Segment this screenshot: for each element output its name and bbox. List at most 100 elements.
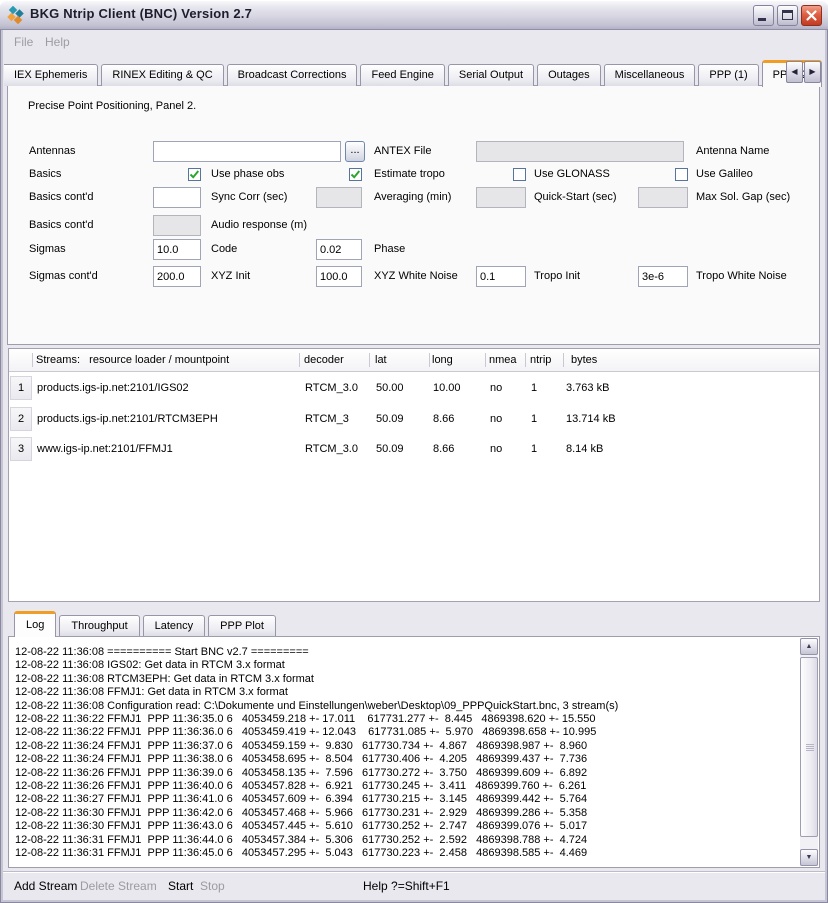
tab-scroll-right-button[interactable]: ▶ xyxy=(804,61,821,83)
tropo-init-label: Tropo Init xyxy=(534,266,580,287)
header-nmea: nmea xyxy=(489,349,517,371)
cell-lat: 50.09 xyxy=(376,437,404,461)
xyz-white-noise-label: XYZ White Noise xyxy=(374,266,458,287)
tab-throughput[interactable]: Throughput xyxy=(59,615,139,636)
use-phase-obs-label: Use phase obs xyxy=(211,164,284,185)
column-separator xyxy=(429,353,430,367)
window-title: BKG Ntrip Client (BNC) Version 2.7 xyxy=(30,6,252,21)
tab-feed-engine[interactable]: Feed Engine xyxy=(360,64,444,86)
xyz-white-noise-input[interactable] xyxy=(316,266,362,287)
log-line: 12-08-22 11:36:08 FFMJ1: Get data in RTC… xyxy=(15,686,797,699)
basics-label: Basics xyxy=(29,164,61,185)
log-line: 12-08-22 11:36:08 IGS02: Get data in RTC… xyxy=(15,659,797,672)
sigmas-label: Sigmas xyxy=(29,239,66,260)
tab-ppp-1[interactable]: PPP (1) xyxy=(698,64,758,86)
menu-item-file[interactable]: File xyxy=(8,33,39,51)
maximize-button[interactable] xyxy=(777,5,798,26)
xyz-init-label: XYZ Init xyxy=(211,266,250,287)
max-sol-gap-input xyxy=(638,187,688,208)
max-sol-gap-label: Max Sol. Gap (sec) xyxy=(696,187,790,208)
menu-item-help[interactable]: Help xyxy=(39,33,76,51)
log-text: 12-08-22 11:36:08 ========== Start BNC v… xyxy=(15,646,797,865)
sigma-phase-input[interactable] xyxy=(316,239,362,260)
cell-mountpoint: products.igs-ip.net:2101/IGS02 xyxy=(37,376,189,400)
basics-contd-label: Basics cont'd xyxy=(29,187,93,208)
log-scrollbar[interactable]: ▲ ▼ xyxy=(800,638,818,866)
tropo-white-noise-input[interactable] xyxy=(638,266,688,287)
tab-scroll-left-button[interactable]: ◀ xyxy=(786,61,803,83)
log-area: 12-08-22 11:36:08 ========== Start BNC v… xyxy=(8,636,820,868)
sync-corr-label: Sync Corr (sec) xyxy=(211,187,287,208)
close-button[interactable] xyxy=(801,5,822,26)
cell-long: 8.66 xyxy=(433,437,454,461)
start-button[interactable]: Start xyxy=(168,872,193,900)
cell-bytes: 13.714 kB xyxy=(566,407,616,431)
minimize-icon xyxy=(758,18,766,21)
sigmas-contd-label: Sigmas cont'd xyxy=(29,266,98,287)
maximize-icon xyxy=(782,10,793,20)
antennas-label: Antennas xyxy=(29,141,75,162)
sigma-code-input[interactable] xyxy=(153,239,201,260)
antex-file-label: ANTEX File xyxy=(374,141,431,162)
tab-serial-output[interactable]: Serial Output xyxy=(448,64,534,86)
tab-rinex-editing-qc[interactable]: RINEX Editing & QC xyxy=(101,64,223,86)
cell-ntrip: 1 xyxy=(531,376,537,400)
bottom-tab-bar: Log Throughput Latency PPP Plot xyxy=(8,610,279,636)
tab-latency[interactable]: Latency xyxy=(143,615,206,636)
use-phase-obs-checkbox[interactable] xyxy=(188,168,201,181)
tab-iex-ephemeris[interactable]: IEX Ephemeris xyxy=(4,64,98,86)
app-icon xyxy=(7,6,25,24)
tab-log[interactable]: Log xyxy=(14,611,56,637)
add-stream-button[interactable]: Add Stream xyxy=(14,872,77,900)
column-separator xyxy=(369,353,370,367)
scroll-thumb[interactable] xyxy=(800,657,818,837)
cell-mountpoint: products.igs-ip.net:2101/RTCM3EPH xyxy=(37,407,218,431)
header-ntrip: ntrip xyxy=(530,349,551,371)
scroll-down-button[interactable]: ▼ xyxy=(800,849,818,866)
minimize-button[interactable] xyxy=(753,5,774,26)
log-line: 12-08-22 11:36:30 FFMJ1 PPP 11:36:43.0 6… xyxy=(15,820,797,833)
audio-response-input xyxy=(153,215,201,236)
delete-stream-button: Delete Stream xyxy=(80,872,157,900)
averaging-label: Averaging (min) xyxy=(374,187,451,208)
xyz-init-input[interactable] xyxy=(153,266,201,287)
menubar: File Help xyxy=(3,30,825,53)
stream-row[interactable]: 3 www.igs-ip.net:2101/FFMJ1 RTCM_3.0 50.… xyxy=(10,437,818,461)
use-glonass-checkbox[interactable] xyxy=(513,168,526,181)
column-separator xyxy=(32,353,33,367)
estimate-tropo-checkbox[interactable] xyxy=(349,168,362,181)
tab-ppp-plot[interactable]: PPP Plot xyxy=(208,615,276,636)
tab-broadcast-corrections[interactable]: Broadcast Corrections xyxy=(227,64,358,86)
column-separator xyxy=(525,353,526,367)
estimate-tropo-label: Estimate tropo xyxy=(374,164,445,185)
cell-ntrip: 1 xyxy=(531,407,537,431)
log-line: 12-08-22 11:36:08 RTCM3EPH: Get data in … xyxy=(15,673,797,686)
stream-row[interactable]: 2 products.igs-ip.net:2101/RTCM3EPH RTCM… xyxy=(10,407,818,431)
tab-outages[interactable]: Outages xyxy=(537,64,601,86)
browse-button[interactable]: ... xyxy=(345,141,365,162)
header-mountpoint: Streams: resource loader / mountpoint xyxy=(36,349,229,371)
antennas-input[interactable] xyxy=(153,141,341,162)
log-line: 12-08-22 11:36:24 FFMJ1 PPP 11:36:37.0 6… xyxy=(15,740,797,753)
tab-miscellaneous[interactable]: Miscellaneous xyxy=(604,64,696,86)
phase-label: Phase xyxy=(374,239,405,260)
tropo-init-input[interactable] xyxy=(476,266,526,287)
cell-long: 10.00 xyxy=(433,376,461,400)
scroll-up-button[interactable]: ▲ xyxy=(800,638,818,655)
streams-header: Streams: resource loader / mountpoint de… xyxy=(9,349,819,372)
use-galileo-checkbox[interactable] xyxy=(675,168,688,181)
sync-corr-input[interactable] xyxy=(153,187,201,208)
header-lat: lat xyxy=(375,349,387,371)
client-area: File Help IEX Ephemeris RINEX Editing & … xyxy=(3,30,825,900)
audio-response-label: Audio response (m) xyxy=(211,215,307,236)
log-line: 12-08-22 11:36:24 FFMJ1 PPP 11:36:38.0 6… xyxy=(15,753,797,766)
row-number: 2 xyxy=(10,407,32,431)
cell-bytes: 8.14 kB xyxy=(566,437,603,461)
tropo-white-noise-label: Tropo White Noise xyxy=(696,266,787,287)
ppp-panel: Precise Point Positioning, Panel 2. Ante… xyxy=(7,85,820,345)
cell-decoder: RTCM_3 xyxy=(305,407,349,431)
cell-decoder: RTCM_3.0 xyxy=(305,376,358,400)
stream-row[interactable]: 1 products.igs-ip.net:2101/IGS02 RTCM_3.… xyxy=(10,376,818,400)
code-label: Code xyxy=(211,239,237,260)
cell-nmea: no xyxy=(490,437,502,461)
